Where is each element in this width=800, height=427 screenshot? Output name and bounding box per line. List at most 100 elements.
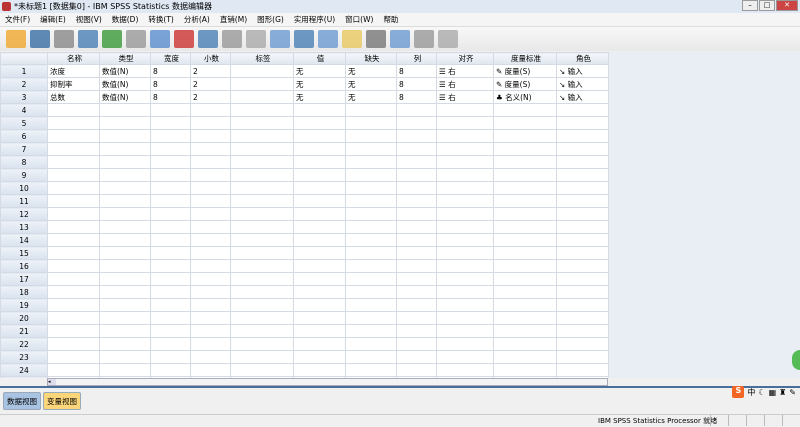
cell[interactable] [396, 181, 437, 195]
weight-cases-icon[interactable] [318, 30, 338, 48]
ime-mode[interactable]: 中 [747, 387, 755, 398]
open-icon[interactable] [6, 30, 26, 48]
cell[interactable]: ☰ 右 [436, 90, 494, 104]
cell[interactable] [99, 324, 151, 338]
cell[interactable] [190, 324, 231, 338]
row-header[interactable]: 25 [0, 376, 48, 378]
cell[interactable] [345, 168, 397, 182]
cell[interactable] [47, 194, 100, 208]
cell[interactable] [396, 129, 437, 143]
tab-data-view[interactable]: 数据视图 [3, 392, 41, 410]
cell[interactable]: 8 [396, 77, 437, 91]
cell[interactable] [345, 246, 397, 260]
cell[interactable]: 无 [293, 77, 346, 91]
row-header[interactable]: 1 [0, 64, 48, 78]
cell[interactable] [150, 285, 191, 299]
cell[interactable] [493, 324, 557, 338]
cell[interactable] [47, 142, 100, 156]
menu-item[interactable]: 直销(M) [215, 13, 252, 26]
row-header[interactable]: 22 [0, 337, 48, 351]
menu-item[interactable]: 文件(F) [0, 13, 35, 26]
cell[interactable] [556, 103, 609, 117]
cell[interactable] [436, 324, 494, 338]
cell[interactable] [556, 207, 609, 221]
cell[interactable] [293, 272, 346, 286]
cell[interactable] [396, 155, 437, 169]
cell[interactable] [99, 168, 151, 182]
cell[interactable] [230, 233, 294, 247]
cell[interactable] [99, 246, 151, 260]
cell[interactable] [150, 181, 191, 195]
cell[interactable] [345, 116, 397, 130]
cell[interactable] [556, 233, 609, 247]
row-header[interactable]: 15 [0, 246, 48, 260]
row-header[interactable]: 16 [0, 259, 48, 273]
column-header[interactable]: 度量标准 [493, 52, 557, 65]
cell[interactable] [230, 77, 294, 91]
cell[interactable] [436, 207, 494, 221]
cell[interactable] [345, 298, 397, 312]
cell[interactable] [99, 220, 151, 234]
cell[interactable] [556, 337, 609, 351]
keyboard-icon[interactable]: ▦ [769, 388, 777, 397]
cell[interactable] [47, 220, 100, 234]
cell[interactable]: 无 [293, 90, 346, 104]
column-header[interactable]: 列 [396, 52, 437, 65]
spell-icon[interactable] [438, 30, 458, 48]
cell[interactable] [436, 363, 494, 377]
cell[interactable] [293, 181, 346, 195]
cell[interactable] [99, 116, 151, 130]
cell[interactable] [230, 220, 294, 234]
cell[interactable] [493, 311, 557, 325]
menu-item[interactable]: 视图(V) [71, 13, 107, 26]
cell[interactable] [436, 116, 494, 130]
cell[interactable] [493, 220, 557, 234]
cell[interactable] [230, 194, 294, 208]
cell[interactable] [230, 155, 294, 169]
row-header[interactable]: 6 [0, 129, 48, 143]
insert-variable-icon[interactable] [270, 30, 290, 48]
cell[interactable] [493, 129, 557, 143]
cell[interactable]: 无 [345, 90, 397, 104]
cell[interactable] [436, 246, 494, 260]
cell[interactable] [190, 363, 231, 377]
cell[interactable] [345, 311, 397, 325]
cell[interactable] [556, 129, 609, 143]
row-header[interactable]: 5 [0, 116, 48, 130]
cell[interactable] [396, 116, 437, 130]
row-header[interactable]: 11 [0, 194, 48, 208]
row-header[interactable]: 14 [0, 233, 48, 247]
row-header[interactable]: 12 [0, 207, 48, 221]
cell[interactable] [190, 168, 231, 182]
cell[interactable] [230, 311, 294, 325]
cell[interactable] [556, 324, 609, 338]
cell[interactable] [150, 324, 191, 338]
cell[interactable] [436, 220, 494, 234]
cell[interactable]: 抑制率 [47, 77, 100, 91]
cell[interactable] [436, 155, 494, 169]
cell[interactable] [396, 311, 437, 325]
row-header[interactable]: 9 [0, 168, 48, 182]
cell[interactable] [150, 207, 191, 221]
cell[interactable] [493, 181, 557, 195]
cell[interactable] [190, 155, 231, 169]
cell[interactable]: 2 [190, 77, 231, 91]
cell[interactable] [47, 350, 100, 364]
cell[interactable] [47, 155, 100, 169]
cell[interactable] [47, 311, 100, 325]
column-header[interactable]: 缺失 [345, 52, 397, 65]
cell[interactable]: ↘ 输入 [556, 90, 609, 104]
cell[interactable] [293, 233, 346, 247]
cell[interactable] [293, 103, 346, 117]
show-all-icon[interactable] [414, 30, 434, 48]
cell[interactable] [230, 142, 294, 156]
cell[interactable] [47, 207, 100, 221]
cell[interactable] [293, 350, 346, 364]
cell[interactable] [190, 272, 231, 286]
cell[interactable] [436, 168, 494, 182]
floating-widget[interactable] [792, 350, 800, 370]
cell[interactable]: 8 [396, 90, 437, 104]
cell[interactable] [493, 246, 557, 260]
cell[interactable] [230, 207, 294, 221]
cell[interactable] [293, 168, 346, 182]
